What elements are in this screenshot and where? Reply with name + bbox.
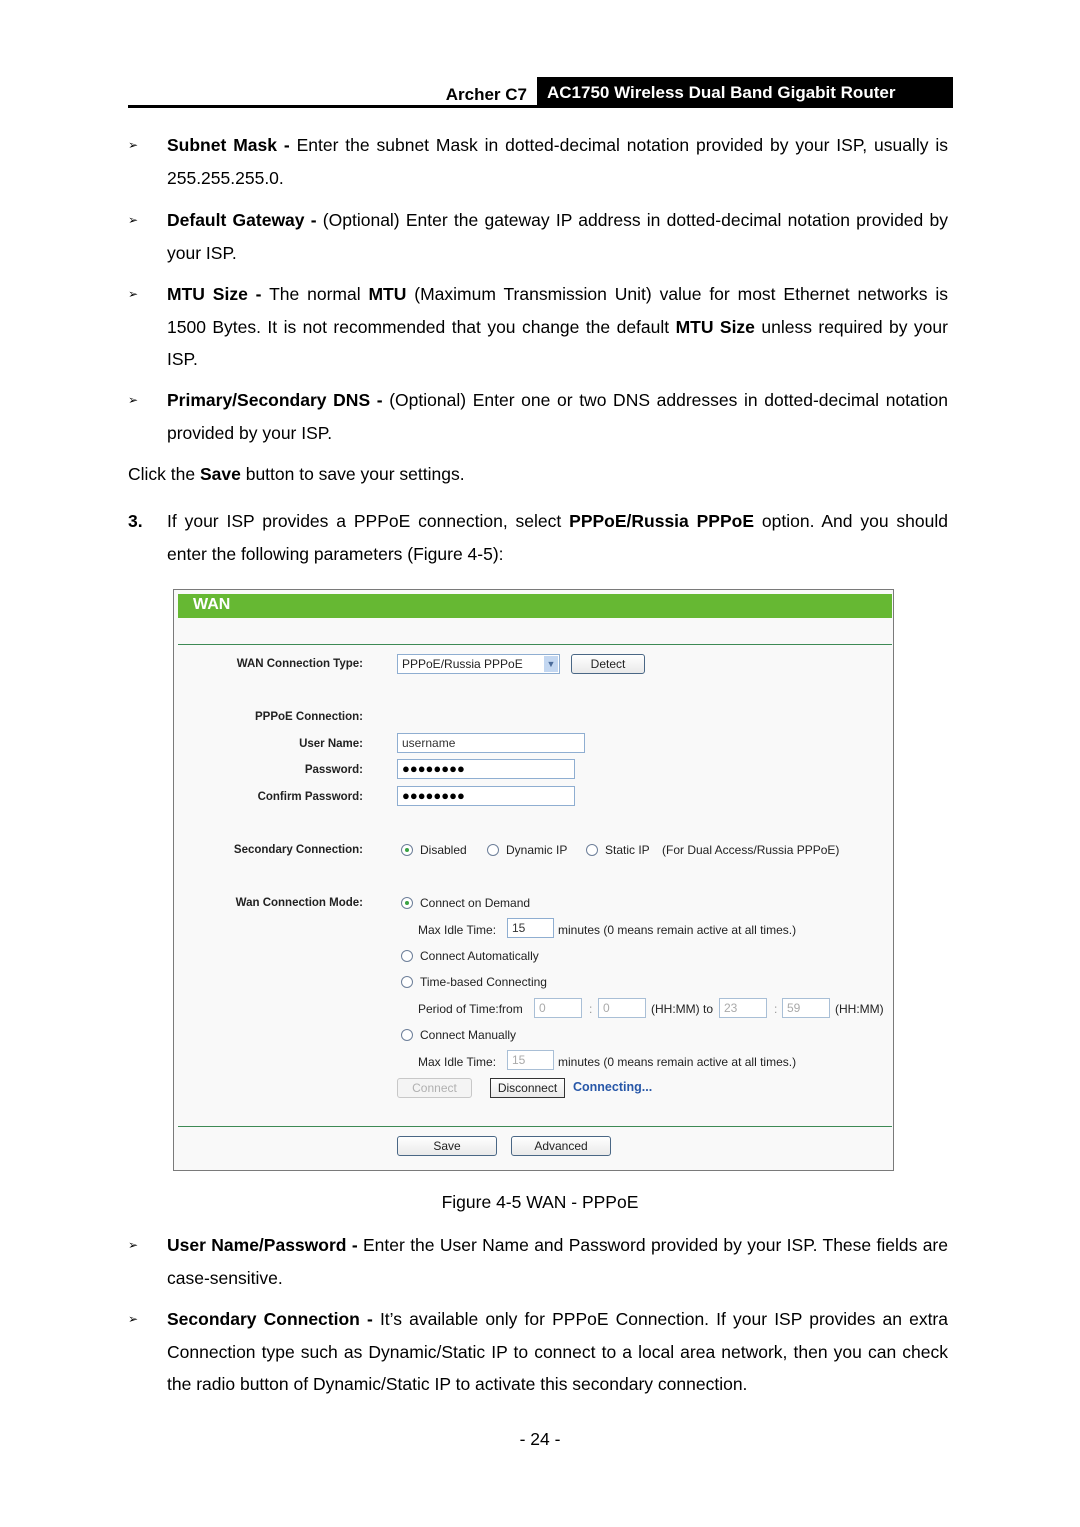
radio-secondary-static-ip[interactable] <box>586 844 598 856</box>
bullet-dns: ➢ Primary/Secondary DNS - (Optional) Ent… <box>128 384 948 449</box>
bullet-term: User Name/Password - <box>167 1235 358 1255</box>
bullet-secondary-connection: ➢ Secondary Connection - It’s available … <box>128 1303 948 1401</box>
radio-label: Disabled <box>420 843 467 857</box>
manual-max-idle-input[interactable]: 15 <box>507 1050 554 1070</box>
conn-type-value: PPPoE/Russia PPPoE <box>402 657 523 671</box>
header-rule <box>128 105 953 108</box>
connection-status: Connecting... <box>573 1080 653 1094</box>
conn-type-label: WAN Connection Type: <box>236 658 363 670</box>
detect-button[interactable]: Detect <box>571 654 645 674</box>
radio-label: Dynamic IP <box>506 843 568 857</box>
password-label: Password: <box>304 764 363 776</box>
radio-label: Time-based Connecting <box>420 975 547 989</box>
chevron-down-icon[interactable]: ▼ <box>544 656 558 672</box>
radio-time-based[interactable] <box>401 976 413 988</box>
max-idle-label: Max Idle Time: <box>418 923 497 937</box>
radio-connect-automatically[interactable] <box>401 950 413 962</box>
wan-connection-mode-label: Wan Connection Mode: <box>235 897 363 909</box>
period-to-hour-input[interactable]: 23 <box>719 998 767 1018</box>
bullet-term: MTU Size - <box>167 284 262 304</box>
divider <box>178 644 892 645</box>
header-product: AC1750 Wireless Dual Band Gigabit Router <box>537 77 953 105</box>
connect-button[interactable]: Connect <box>397 1078 472 1098</box>
colon: : <box>589 1002 593 1016</box>
text-bold: Save <box>199 464 241 484</box>
bullet-bold: MTU <box>368 284 407 304</box>
radio-label: Connect on Demand <box>420 896 531 910</box>
bullet-text: The normal <box>261 284 369 304</box>
user-name-input[interactable]: username <box>397 733 585 753</box>
bullet-arrow-icon: ➢ <box>128 1312 139 1326</box>
radio-connect-manually[interactable] <box>401 1029 413 1041</box>
period-from-minute-input[interactable]: 0 <box>598 998 646 1018</box>
bullet-arrow-icon: ➢ <box>128 213 139 227</box>
header-model: Archer C7 <box>445 85 527 104</box>
save-note: Click the Save button to save your setti… <box>128 458 948 491</box>
hhmm-to-label: (HH:MM) to <box>651 1002 713 1016</box>
colon: : <box>774 1002 778 1016</box>
save-button[interactable]: Save <box>397 1136 497 1156</box>
bullet-term: Subnet Mask - <box>167 135 290 155</box>
period-label: Period of Time:from <box>418 1002 523 1016</box>
step-3: 3. If your ISP provides a PPPoE connecti… <box>128 505 948 570</box>
wan-title: WAN <box>193 596 231 613</box>
user-name-label: User Name: <box>299 738 363 750</box>
bullet-term: Secondary Connection - <box>167 1309 373 1329</box>
step-number: 3. <box>128 511 143 531</box>
bullet-arrow-icon: ➢ <box>128 393 139 407</box>
radio-secondary-dynamic-ip[interactable] <box>487 844 499 856</box>
advanced-button[interactable]: Advanced <box>511 1136 611 1156</box>
text: If your ISP provides a PPPoE connection,… <box>167 511 570 531</box>
secondary-connection-label: Secondary Connection: <box>233 844 363 856</box>
text-bold: PPPoE/Russia PPPoE <box>569 511 755 531</box>
divider <box>178 1126 892 1127</box>
radio-label: Static IP <box>605 843 650 857</box>
page-header: Archer C7 AC1750 Wireless Dual Band Giga… <box>128 77 953 108</box>
radio-secondary-disabled[interactable] <box>401 844 413 856</box>
wan-pppoe-figure: WAN WAN Connection Type: PPPoE/Russia PP… <box>173 589 894 1171</box>
pppoe-connection-label: PPPoE Connection: <box>255 711 363 723</box>
bullet-arrow-icon: ➢ <box>128 1238 139 1252</box>
radio-label: Connect Automatically <box>420 949 539 963</box>
confirm-password-label: Confirm Password: <box>257 791 363 803</box>
radio-label: Connect Manually <box>420 1028 517 1042</box>
manual-max-idle-label: Max Idle Time: <box>418 1055 497 1069</box>
period-from-hour-input[interactable]: 0 <box>534 998 582 1018</box>
bullet-mtu-size: ➢ MTU Size - The normal MTU (Maximum Tra… <box>128 278 948 376</box>
figure-caption: Figure 4-5 WAN - PPPoE <box>441 1192 639 1212</box>
confirm-password-input[interactable]: ●●●●●●●● <box>397 786 575 806</box>
bullet-arrow-icon: ➢ <box>128 287 139 301</box>
bullet-arrow-icon: ➢ <box>128 138 139 152</box>
password-input[interactable]: ●●●●●●●● <box>397 759 575 779</box>
bullet-default-gateway: ➢ Default Gateway - (Optional) Enter the… <box>128 204 948 269</box>
hhmm-label: (HH:MM) <box>835 1002 884 1016</box>
text: Click the <box>128 464 200 484</box>
bullet-bold: MTU Size <box>675 316 755 337</box>
bullet-term: Default Gateway - <box>167 210 317 230</box>
manual-max-idle-unit: minutes (0 means remain active at all ti… <box>558 1055 797 1069</box>
conn-type-select[interactable]: PPPoE/Russia PPPoE ▼ <box>397 654 560 674</box>
secondary-note: (For Dual Access/Russia PPPoE) <box>662 843 840 857</box>
page-number: - 24 - <box>519 1429 561 1449</box>
period-to-minute-input[interactable]: 59 <box>782 998 830 1018</box>
disconnect-button[interactable]: Disconnect <box>490 1078 565 1098</box>
radio-connect-on-demand[interactable] <box>401 897 413 909</box>
wan-title-bar: WAN <box>178 594 892 618</box>
bullet-term: Primary/Secondary DNS - <box>167 390 383 410</box>
max-idle-unit: minutes (0 means remain active at all ti… <box>558 923 797 937</box>
bullet-subnet-mask: ➢ Subnet Mask - Enter the subnet Mask in… <box>128 129 948 194</box>
bullet-user-name-password: ➢ User Name/Password - Enter the User Na… <box>128 1229 948 1294</box>
max-idle-input[interactable]: 15 <box>507 918 554 938</box>
text: button to save your settings. <box>240 464 465 484</box>
